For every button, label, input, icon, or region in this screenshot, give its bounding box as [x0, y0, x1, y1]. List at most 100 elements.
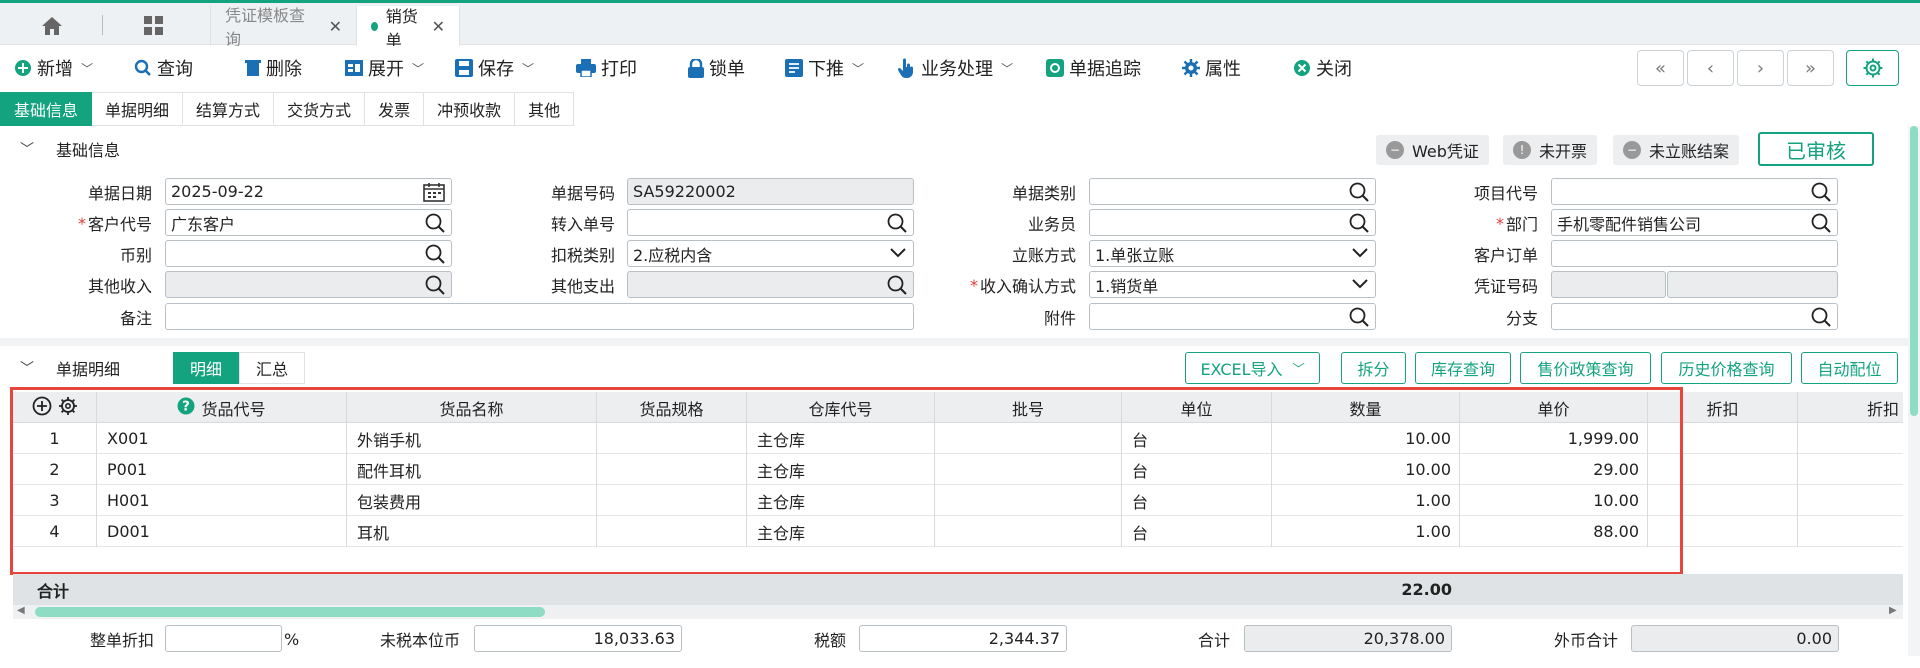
search-icon[interactable] — [1349, 307, 1369, 327]
search-icon[interactable] — [1811, 182, 1831, 202]
chevron-down-icon[interactable] — [1351, 247, 1369, 259]
prev-record-button[interactable]: ‹ — [1687, 50, 1734, 86]
tab-voucher-template-query[interactable]: 凭证模板查询 ✕ — [210, 6, 356, 49]
vertical-scrollbar[interactable] — [1908, 126, 1920, 656]
col-warehouse[interactable]: 仓库代号 — [747, 392, 935, 423]
col-goods-spec[interactable]: 货品规格 — [597, 392, 747, 423]
cell-price[interactable]: 88.00 — [1460, 516, 1648, 547]
history-price-button[interactable]: 历史价格查询 — [1661, 352, 1792, 384]
detail-header[interactable]: ﹀ 单据明细 — [0, 351, 120, 385]
chevron-down-icon[interactable] — [1351, 278, 1369, 290]
expand-button[interactable]: 展开 ﹀ — [345, 54, 424, 82]
search-icon[interactable] — [1349, 213, 1369, 233]
print-button[interactable]: 打印 — [576, 54, 637, 82]
cell-discount[interactable] — [1648, 485, 1798, 516]
cell-spec[interactable] — [597, 423, 747, 454]
tab-sales-order[interactable]: 销货单 ✕ — [356, 6, 460, 50]
table-row[interactable]: 4 D001 耳机 主仓库 台 1.00 88.00 — [13, 516, 1903, 547]
cell-code[interactable]: X001 — [97, 423, 347, 454]
chevron-down-icon[interactable]: ﹀ — [1001, 60, 1013, 77]
basic-info-header[interactable]: ﹀ 基础信息 — [0, 132, 120, 166]
table-row[interactable]: 1 X001 外销手机 主仓库 台 10.00 1,999.00 — [13, 423, 1903, 454]
properties-button[interactable]: 属性 — [1182, 54, 1241, 82]
search-icon[interactable] — [425, 244, 445, 264]
cell-discount[interactable] — [1648, 454, 1798, 485]
attach-field[interactable] — [1089, 303, 1376, 330]
help-icon[interactable]: ? — [177, 397, 195, 419]
col-discount[interactable]: 折扣 — [1648, 392, 1798, 423]
delete-button[interactable]: 删除 — [245, 54, 302, 82]
tab-other[interactable]: 其他 — [515, 92, 575, 126]
search-icon[interactable] — [425, 213, 445, 233]
tab-summary[interactable]: 汇总 — [239, 352, 306, 384]
transfer-field[interactable] — [627, 209, 914, 236]
doc-type-field[interactable] — [1089, 178, 1376, 205]
cell-spec[interactable] — [597, 516, 747, 547]
table-row[interactable]: 3 H001 包装费用 主仓库 台 1.00 10.00 — [13, 485, 1903, 516]
cell-price[interactable]: 1,999.00 — [1460, 423, 1648, 454]
tax-select[interactable]: 2.应税内含 — [627, 240, 914, 267]
chevron-down-icon[interactable]: ﹀ — [81, 60, 93, 77]
cell-warehouse[interactable]: 主仓库 — [747, 485, 935, 516]
tab-basic-info[interactable]: 基础信息 — [0, 92, 93, 126]
tab-detail[interactable]: 明细 — [173, 352, 240, 384]
scrollbar-thumb[interactable] — [1910, 126, 1918, 416]
chevron-down-icon[interactable]: ﹀ — [20, 358, 34, 378]
cell-unit[interactable]: 台 — [1122, 454, 1272, 485]
cell-discount[interactable] — [1648, 516, 1798, 547]
add-row-icon[interactable] — [32, 396, 52, 420]
search-icon[interactable] — [425, 275, 445, 295]
cell-code[interactable]: H001 — [97, 485, 347, 516]
add-button[interactable]: 新增 ﹀ — [14, 54, 93, 82]
discount-field[interactable] — [165, 625, 282, 652]
col-goods-name[interactable]: 货品名称 — [347, 392, 597, 423]
col-goods-code[interactable]: ? 货品代号 — [97, 392, 347, 423]
tab-prepayment[interactable]: 冲预收款 — [424, 92, 516, 126]
cell-name[interactable]: 耳机 — [347, 516, 597, 547]
grand-total-field[interactable]: 20,378.00 — [1244, 625, 1452, 652]
cell-price[interactable]: 29.00 — [1460, 454, 1648, 485]
cell-spec[interactable] — [597, 454, 747, 485]
chevron-down-icon[interactable] — [889, 247, 907, 259]
cell-code[interactable]: D001 — [97, 516, 347, 547]
chevron-down-icon[interactable]: ﹀ — [20, 139, 34, 159]
cell-batch[interactable] — [935, 485, 1122, 516]
horizontal-scrollbar[interactable]: ◀ ▶ — [13, 605, 1903, 619]
voucher-field-1[interactable] — [1551, 271, 1666, 298]
lock-button[interactable]: 锁单 — [688, 54, 745, 82]
price-policy-button[interactable]: 售价政策查询 — [1520, 352, 1651, 384]
calendar-icon[interactable] — [423, 182, 445, 202]
search-icon[interactable] — [887, 213, 907, 233]
col-discount-2[interactable]: 折扣 — [1798, 392, 1903, 423]
auto-allocate-button[interactable]: 自动配位 — [1801, 352, 1898, 384]
chevron-down-icon[interactable]: ﹀ — [1293, 360, 1305, 377]
tab-settlement[interactable]: 结算方式 — [183, 92, 275, 126]
next-record-button[interactable]: › — [1737, 50, 1784, 86]
search-icon[interactable] — [887, 275, 907, 295]
cell-qty[interactable]: 1.00 — [1272, 485, 1460, 516]
currency-field[interactable] — [165, 240, 452, 267]
cell-unit[interactable]: 台 — [1122, 516, 1272, 547]
search-icon[interactable] — [1349, 182, 1369, 202]
sales-field[interactable] — [1089, 209, 1376, 236]
save-button[interactable]: 保存 ﹀ — [455, 54, 534, 82]
pretax-field[interactable]: 18,033.63 — [474, 625, 682, 652]
cell-unit[interactable]: 台 — [1122, 423, 1272, 454]
search-icon[interactable] — [1811, 213, 1831, 233]
tab-delivery[interactable]: 交货方式 — [274, 92, 366, 126]
cell-warehouse[interactable]: 主仓库 — [747, 516, 935, 547]
tax-amount-field[interactable]: 2,344.37 — [859, 625, 1067, 652]
account-select[interactable]: 1.单张立账 — [1089, 240, 1376, 267]
doc-no-field[interactable]: SA59220002 — [627, 178, 914, 205]
table-row[interactable]: 2 P001 配件耳机 主仓库 台 10.00 29.00 — [13, 454, 1903, 485]
cell-code[interactable]: P001 — [97, 454, 347, 485]
doc-date-field[interactable]: 2025-09-22 — [165, 178, 452, 205]
scroll-right-icon[interactable]: ▶ — [1889, 605, 1897, 616]
other-income-field[interactable] — [165, 271, 452, 298]
cust-order-field[interactable] — [1551, 240, 1838, 267]
trace-button[interactable]: 单据追踪 — [1046, 54, 1141, 82]
cell-warehouse[interactable]: 主仓库 — [747, 423, 935, 454]
apps-grid-icon[interactable] — [136, 11, 172, 41]
customer-field[interactable]: 广东客户 — [165, 209, 452, 236]
excel-import-button[interactable]: EXCEL导入 ﹀ — [1185, 352, 1320, 384]
